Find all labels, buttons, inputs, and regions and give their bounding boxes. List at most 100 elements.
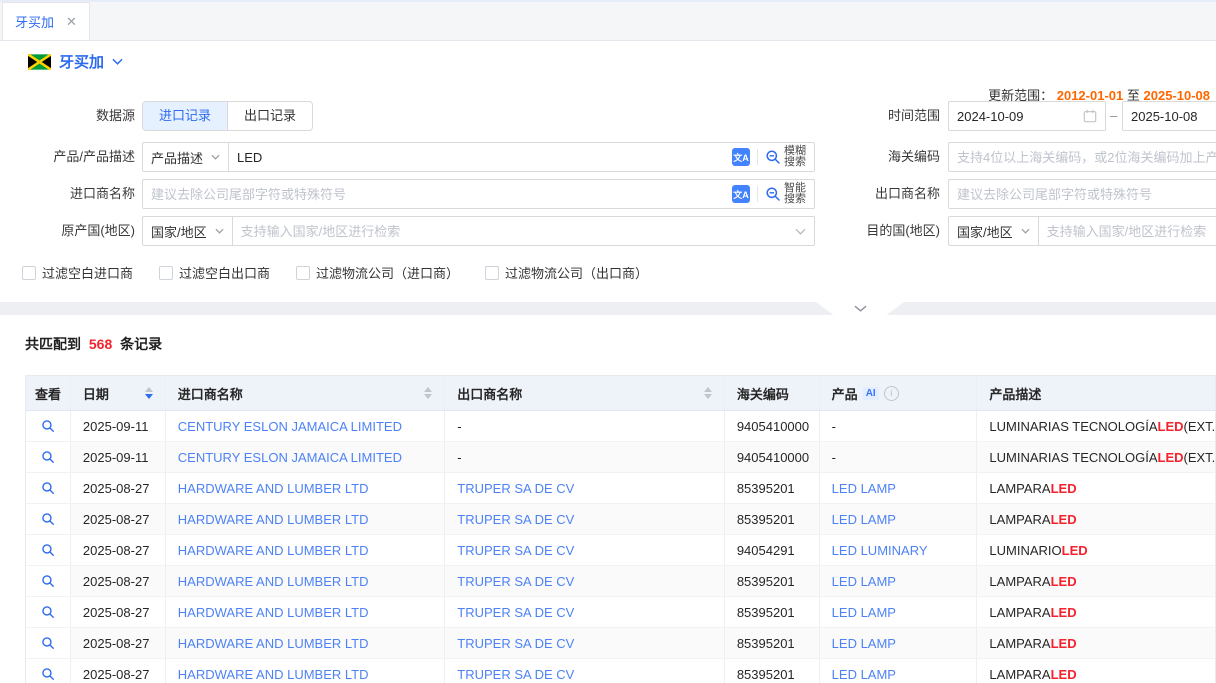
importer-link[interactable]: HARDWARE AND LUMBER LTD bbox=[178, 667, 369, 682]
chevron-down-icon[interactable] bbox=[795, 228, 806, 235]
date-start-field[interactable] bbox=[948, 101, 1106, 131]
smart-search-button[interactable]: 智能 搜索 bbox=[765, 183, 806, 205]
importer-name-input[interactable] bbox=[143, 181, 728, 207]
product-search-input[interactable] bbox=[229, 144, 728, 170]
importer-link[interactable]: HARDWARE AND LUMBER LTD bbox=[178, 481, 369, 496]
toggle-import-records[interactable]: 进口记录 bbox=[143, 102, 227, 130]
exporter-name-input[interactable] bbox=[949, 181, 1216, 207]
header-date[interactable]: 日期 bbox=[71, 376, 166, 410]
importer-link[interactable]: HARDWARE AND LUMBER LTD bbox=[178, 574, 369, 589]
view-record-button[interactable] bbox=[26, 566, 70, 596]
hs-code-input[interactable] bbox=[949, 144, 1216, 170]
date-start-input[interactable] bbox=[949, 103, 1083, 129]
sort-icon[interactable] bbox=[696, 387, 712, 399]
importer-link[interactable]: HARDWARE AND LUMBER LTD bbox=[178, 512, 369, 527]
destination-country-input[interactable] bbox=[1039, 218, 1216, 244]
tab-bar: 牙买加 ✕ bbox=[0, 2, 1216, 41]
view-record-button[interactable] bbox=[26, 597, 70, 627]
product-link: - bbox=[832, 419, 836, 434]
product-link[interactable]: LED LAMP bbox=[832, 636, 896, 651]
sort-icon[interactable] bbox=[416, 387, 432, 399]
info-icon[interactable]: i bbox=[884, 386, 899, 401]
product-type-select[interactable]: 产品描述 bbox=[143, 143, 229, 171]
translate-icon[interactable]: 文A bbox=[732, 185, 750, 203]
importer-link[interactable]: HARDWARE AND LUMBER LTD bbox=[178, 605, 369, 620]
importer-link[interactable]: HARDWARE AND LUMBER LTD bbox=[178, 636, 369, 651]
chevron-down-icon bbox=[215, 228, 224, 234]
origin-country-input[interactable] bbox=[233, 218, 795, 244]
product-link[interactable]: LED LAMP bbox=[832, 667, 896, 682]
checkbox-box[interactable] bbox=[22, 266, 36, 280]
origin-region-select[interactable]: 国家/地区 bbox=[143, 217, 233, 245]
product-link[interactable]: LED LUMINARY bbox=[832, 543, 928, 558]
product-link[interactable]: LED LAMP bbox=[832, 481, 896, 496]
checkbox-label: 过滤物流公司（进口商） bbox=[316, 263, 459, 282]
translate-icon[interactable]: 文A bbox=[732, 148, 750, 166]
tab-title: 牙买加 bbox=[15, 12, 54, 31]
exporter-link: - bbox=[457, 450, 461, 465]
exporter-link[interactable]: TRUPER SA DE CV bbox=[457, 543, 574, 558]
filter-checkbox[interactable]: 过滤空白出口商 bbox=[159, 263, 270, 282]
cell-hs-code: 85395201 bbox=[725, 566, 820, 596]
exporter-link[interactable]: TRUPER SA DE CV bbox=[457, 667, 574, 682]
checkbox-box[interactable] bbox=[159, 266, 173, 280]
importer-link[interactable]: CENTURY ESLON JAMAICA LIMITED bbox=[178, 419, 402, 434]
cell-hs-code: 85395201 bbox=[725, 628, 820, 658]
magnifier-icon bbox=[41, 543, 55, 557]
exporter-link[interactable]: TRUPER SA DE CV bbox=[457, 636, 574, 651]
magnifier-icon bbox=[41, 450, 55, 464]
sort-icon[interactable] bbox=[137, 387, 153, 399]
exporter-link[interactable]: TRUPER SA DE CV bbox=[457, 512, 574, 527]
cell-date: 2025-08-27 bbox=[71, 597, 166, 627]
checkbox-label: 过滤物流公司（出口商） bbox=[505, 263, 648, 282]
filter-checkbox[interactable]: 过滤物流公司（进口商） bbox=[296, 263, 459, 282]
filter-checkbox[interactable]: 过滤物流公司（出口商） bbox=[485, 263, 648, 282]
cell-description: LAMPARA LED bbox=[977, 473, 1215, 503]
cell-date: 2025-09-11 bbox=[71, 411, 166, 441]
tab-jamaica[interactable]: 牙买加 ✕ bbox=[2, 2, 90, 40]
hs-code-field[interactable] bbox=[948, 142, 1216, 172]
magnifier-icon bbox=[41, 636, 55, 650]
view-record-button[interactable] bbox=[26, 473, 70, 503]
destination-region-select[interactable]: 国家/地区 bbox=[949, 217, 1039, 245]
exporter-link[interactable]: TRUPER SA DE CV bbox=[457, 574, 574, 589]
date-end-field[interactable] bbox=[1122, 101, 1216, 131]
toggle-export-records[interactable]: 出口记录 bbox=[227, 102, 312, 130]
checkbox-box[interactable] bbox=[485, 266, 499, 280]
view-record-button[interactable] bbox=[26, 411, 70, 441]
product-link[interactable]: LED LAMP bbox=[832, 605, 896, 620]
table-row: 2025-09-11 CENTURY ESLON JAMAICA LIMITED… bbox=[26, 411, 1215, 442]
exporter-link[interactable]: TRUPER SA DE CV bbox=[457, 481, 574, 496]
cell-hs-code: 9405410000 bbox=[725, 442, 820, 472]
country-selector[interactable]: 牙买加 bbox=[28, 51, 123, 72]
header-exporter[interactable]: 出口商名称 bbox=[445, 376, 725, 410]
exporter-search-field[interactable] bbox=[948, 179, 1216, 209]
header-importer[interactable]: 进口商名称 bbox=[166, 376, 446, 410]
chevron-down-icon bbox=[211, 154, 220, 160]
date-end-input[interactable] bbox=[1123, 103, 1216, 129]
cell-description: LAMPARA LED bbox=[977, 659, 1215, 683]
product-link[interactable]: LED LAMP bbox=[832, 512, 896, 527]
view-record-button[interactable] bbox=[26, 504, 70, 534]
checkbox-box[interactable] bbox=[296, 266, 310, 280]
table-row: 2025-08-27 HARDWARE AND LUMBER LTD TRUPE… bbox=[26, 535, 1215, 566]
view-record-button[interactable] bbox=[26, 535, 70, 565]
product-label: 产品/产品描述 bbox=[0, 142, 135, 172]
importer-link[interactable]: HARDWARE AND LUMBER LTD bbox=[178, 543, 369, 558]
filter-checkboxes: 过滤空白进口商 过滤空白出口商 过滤物流公司（进口商） 过滤物流公司（出口商） bbox=[22, 263, 648, 282]
product-link[interactable]: LED LAMP bbox=[832, 574, 896, 589]
view-record-button[interactable] bbox=[26, 442, 70, 472]
fuzzy-search-button[interactable]: 模糊 搜索 bbox=[765, 146, 806, 168]
results-count: 568 bbox=[89, 336, 112, 352]
close-icon[interactable]: ✕ bbox=[66, 14, 77, 30]
view-record-button[interactable] bbox=[26, 628, 70, 658]
exporter-link[interactable]: TRUPER SA DE CV bbox=[457, 605, 574, 620]
importer-link[interactable]: CENTURY ESLON JAMAICA LIMITED bbox=[178, 450, 402, 465]
filter-checkbox[interactable]: 过滤空白进口商 bbox=[22, 263, 133, 282]
header-description: 产品描述 bbox=[977, 376, 1215, 410]
chevron-down-icon[interactable] bbox=[112, 58, 123, 65]
cell-hs-code: 85395201 bbox=[725, 504, 820, 534]
header-view: 查看 bbox=[26, 376, 71, 410]
data-source-label: 数据源 bbox=[0, 101, 135, 131]
view-record-button[interactable] bbox=[26, 659, 70, 683]
